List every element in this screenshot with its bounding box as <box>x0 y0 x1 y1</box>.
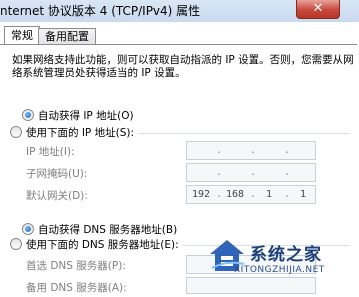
radio-manual-ip[interactable]: 使用下面的 IP 地址(S): <box>10 125 138 140</box>
tab-general[interactable]: 常规 <box>4 26 40 45</box>
default-gateway-input[interactable]: 192 . 168 . 1 . 1 <box>186 185 316 204</box>
ip-dot: . <box>215 167 223 178</box>
ip-octet: 168 <box>225 189 245 200</box>
description-text: 如果网络支持此功能，则可以获取自动指派的 IP 设置。否则，您需要从网络系统管理… <box>12 54 354 79</box>
ip-dot: . <box>249 167 257 178</box>
radio-auto-ip-label: 自动获得 IP 地址(O) <box>38 110 134 122</box>
alternate-dns-label: 备用 DNS 服务器(A): <box>26 282 127 294</box>
tab-alternate-config-label: 备用配置 <box>45 30 89 43</box>
close-icon: ✕ <box>312 1 324 16</box>
radio-manual-dns[interactable]: 使用下面的 DNS 服务器地址(E): <box>10 237 183 252</box>
subnet-mask-input[interactable]: . . . <box>186 163 316 182</box>
watermark-brand: 系统之家 <box>250 245 322 265</box>
ip-octet: 1 <box>299 189 307 200</box>
close-button[interactable]: ✕ <box>296 0 340 19</box>
ip-dot: . <box>249 145 257 156</box>
tab-alternate-config[interactable]: 备用配置 <box>38 28 96 45</box>
radio-manual-dns-indicator[interactable] <box>10 238 22 250</box>
ip-dot: . <box>215 189 223 200</box>
ip-dot: . <box>283 189 291 200</box>
radio-auto-dns-label: 自动获得 DNS 服务器地址(B) <box>38 224 178 236</box>
watermark-url: XITONGZHIJIA.NET <box>234 265 325 275</box>
radio-manual-dns-label: 使用下面的 DNS 服务器地址(E): <box>26 239 179 251</box>
preferred-dns-label: 首选 DNS 服务器(P): <box>26 260 126 272</box>
title-bar[interactable]: nternet 协议版本 4 (TCP/IPv4) 属性 ✕ <box>0 0 359 23</box>
ip-dot: . <box>215 145 223 156</box>
radio-manual-ip-label: 使用下面的 IP 地址(S): <box>26 127 134 139</box>
ip-octet: 192 <box>191 189 211 200</box>
subnet-mask-label: 子网掩码(U): <box>26 168 88 180</box>
ip-address-input[interactable]: . . . <box>186 141 316 160</box>
window-title: nternet 协议版本 4 (TCP/IPv4) 属性 <box>0 4 201 18</box>
radio-auto-ip[interactable]: 自动获得 IP 地址(O) <box>22 108 134 123</box>
radio-auto-dns[interactable]: 自动获得 DNS 服务器地址(B) <box>22 222 177 237</box>
alternate-dns-input[interactable] <box>186 277 316 294</box>
ip-dot: . <box>249 189 257 200</box>
default-gateway-label: 默认网关(D): <box>26 190 88 202</box>
ip-address-label: IP 地址(I): <box>26 146 75 158</box>
radio-auto-ip-indicator[interactable] <box>22 109 34 121</box>
radio-auto-dns-indicator[interactable] <box>22 223 34 235</box>
ip-dot: . <box>283 145 291 156</box>
tab-general-label: 常规 <box>11 29 33 42</box>
ip-dot: . <box>283 167 291 178</box>
radio-manual-ip-indicator[interactable] <box>10 126 22 138</box>
ip-octet: 1 <box>265 189 273 200</box>
